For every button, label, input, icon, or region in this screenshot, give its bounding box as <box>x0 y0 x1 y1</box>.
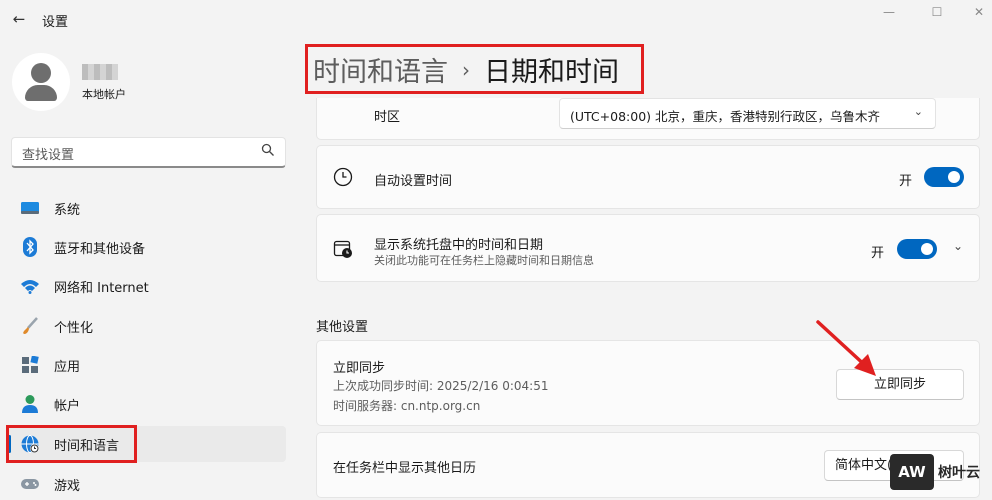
apps-icon <box>20 355 40 375</box>
sidebar-item-label: 系统 <box>54 203 81 218</box>
avatar-head <box>31 63 51 83</box>
tray-state: 开 <box>871 246 885 261</box>
person-icon <box>20 394 40 414</box>
app-title: 设置 <box>42 15 69 30</box>
sidebar-item-label: 游戏 <box>54 479 81 494</box>
brush-icon <box>20 316 40 336</box>
wifi-icon <box>20 276 40 296</box>
section-title-other: 其他设置 <box>316 320 369 335</box>
sync-last-time: 上次成功同步时间: 2025/2/16 0:04:51 <box>333 379 549 393</box>
sidebar-item-label: 蓝牙和其他设备 <box>54 242 146 257</box>
timezone-select[interactable]: (UTC+08:00) 北京，重庆，香港特别行政区，乌鲁木齐 ⌄ <box>559 98 936 129</box>
sidebar-item-label: 帐户 <box>54 399 81 414</box>
sidebar-item-accounts[interactable]: 帐户 <box>8 386 286 422</box>
auto-time-state: 开 <box>899 174 913 189</box>
monitor-icon <box>20 198 40 218</box>
tray-description: 关闭此功能可在任务栏上隐藏时间和日期信息 <box>374 254 594 267</box>
sidebar-item-label: 网络和 Internet <box>54 281 149 296</box>
bluetooth-icon <box>20 237 40 257</box>
tray-card: 显示系统托盘中的时间和日期 关闭此功能可在任务栏上隐藏时间和日期信息 开 ⌄ <box>316 214 980 282</box>
auto-time-card: 自动设置时间 开 <box>316 145 980 209</box>
sidebar-item-network[interactable]: 网络和 Internet <box>8 268 286 304</box>
timezone-value: (UTC+08:00) 北京，重庆，香港特别行政区，乌鲁木齐 <box>570 109 881 124</box>
user-name-blurred <box>82 64 118 80</box>
auto-time-label: 自动设置时间 <box>374 174 453 189</box>
tray-label: 显示系统托盘中的时间和日期 <box>374 238 544 253</box>
timezone-label: 时区 <box>374 110 401 125</box>
maximize-button[interactable]: ☐ <box>924 2 950 22</box>
search-icon[interactable] <box>261 143 275 161</box>
annotation-box-nav <box>6 425 137 463</box>
avatar-body <box>25 85 57 101</box>
minimize-button[interactable]: — <box>876 2 902 22</box>
sync-title: 立即同步 <box>333 361 386 376</box>
sidebar-item-bluetooth[interactable]: 蓝牙和其他设备 <box>8 229 286 265</box>
chevron-down-icon: ⌄ <box>913 105 923 118</box>
search-input[interactable]: 查找设置 <box>11 137 286 168</box>
account-type: 本地帐户 <box>82 88 126 101</box>
annotation-arrow <box>816 320 876 376</box>
timezone-card: 时区 (UTC+08:00) 北京，重庆，香港特别行政区，乌鲁木齐 ⌄ <box>316 98 980 140</box>
calendar-clock-icon <box>333 239 353 259</box>
back-button[interactable]: ← <box>8 6 30 32</box>
chevron-down-icon[interactable]: ⌄ <box>953 239 963 253</box>
sidebar-item-label: 个性化 <box>54 321 94 336</box>
auto-time-toggle[interactable] <box>924 167 964 187</box>
sidebar-item-personalization[interactable]: 个性化 <box>8 308 286 344</box>
annotation-box-title <box>305 44 644 94</box>
sidebar-item-gaming[interactable]: 游戏 <box>8 466 286 500</box>
title-bar: ← 设置 — ☐ ✕ <box>0 0 992 40</box>
calendar-label: 在任务栏中显示其他日历 <box>333 461 477 476</box>
toggle-knob <box>921 243 933 255</box>
sidebar-item-label: 应用 <box>54 360 81 375</box>
sidebar-item-system[interactable]: 系统 <box>8 190 286 226</box>
search-placeholder: 查找设置 <box>22 148 75 163</box>
toggle-knob <box>948 171 960 183</box>
sync-server: 时间服务器: cn.ntp.org.cn <box>333 399 481 413</box>
close-button[interactable]: ✕ <box>966 2 992 22</box>
clock-icon <box>333 167 353 187</box>
gamepad-icon <box>20 474 40 494</box>
avatar[interactable] <box>12 53 70 111</box>
sidebar-item-apps[interactable]: 应用 <box>8 347 286 383</box>
tray-toggle[interactable] <box>897 239 937 259</box>
calendar-card: 在任务栏中显示其他日历 简体中文(农历) <box>316 432 980 498</box>
watermark-logo: AW <box>890 454 934 490</box>
watermark-text: 树叶云 <box>938 465 980 481</box>
